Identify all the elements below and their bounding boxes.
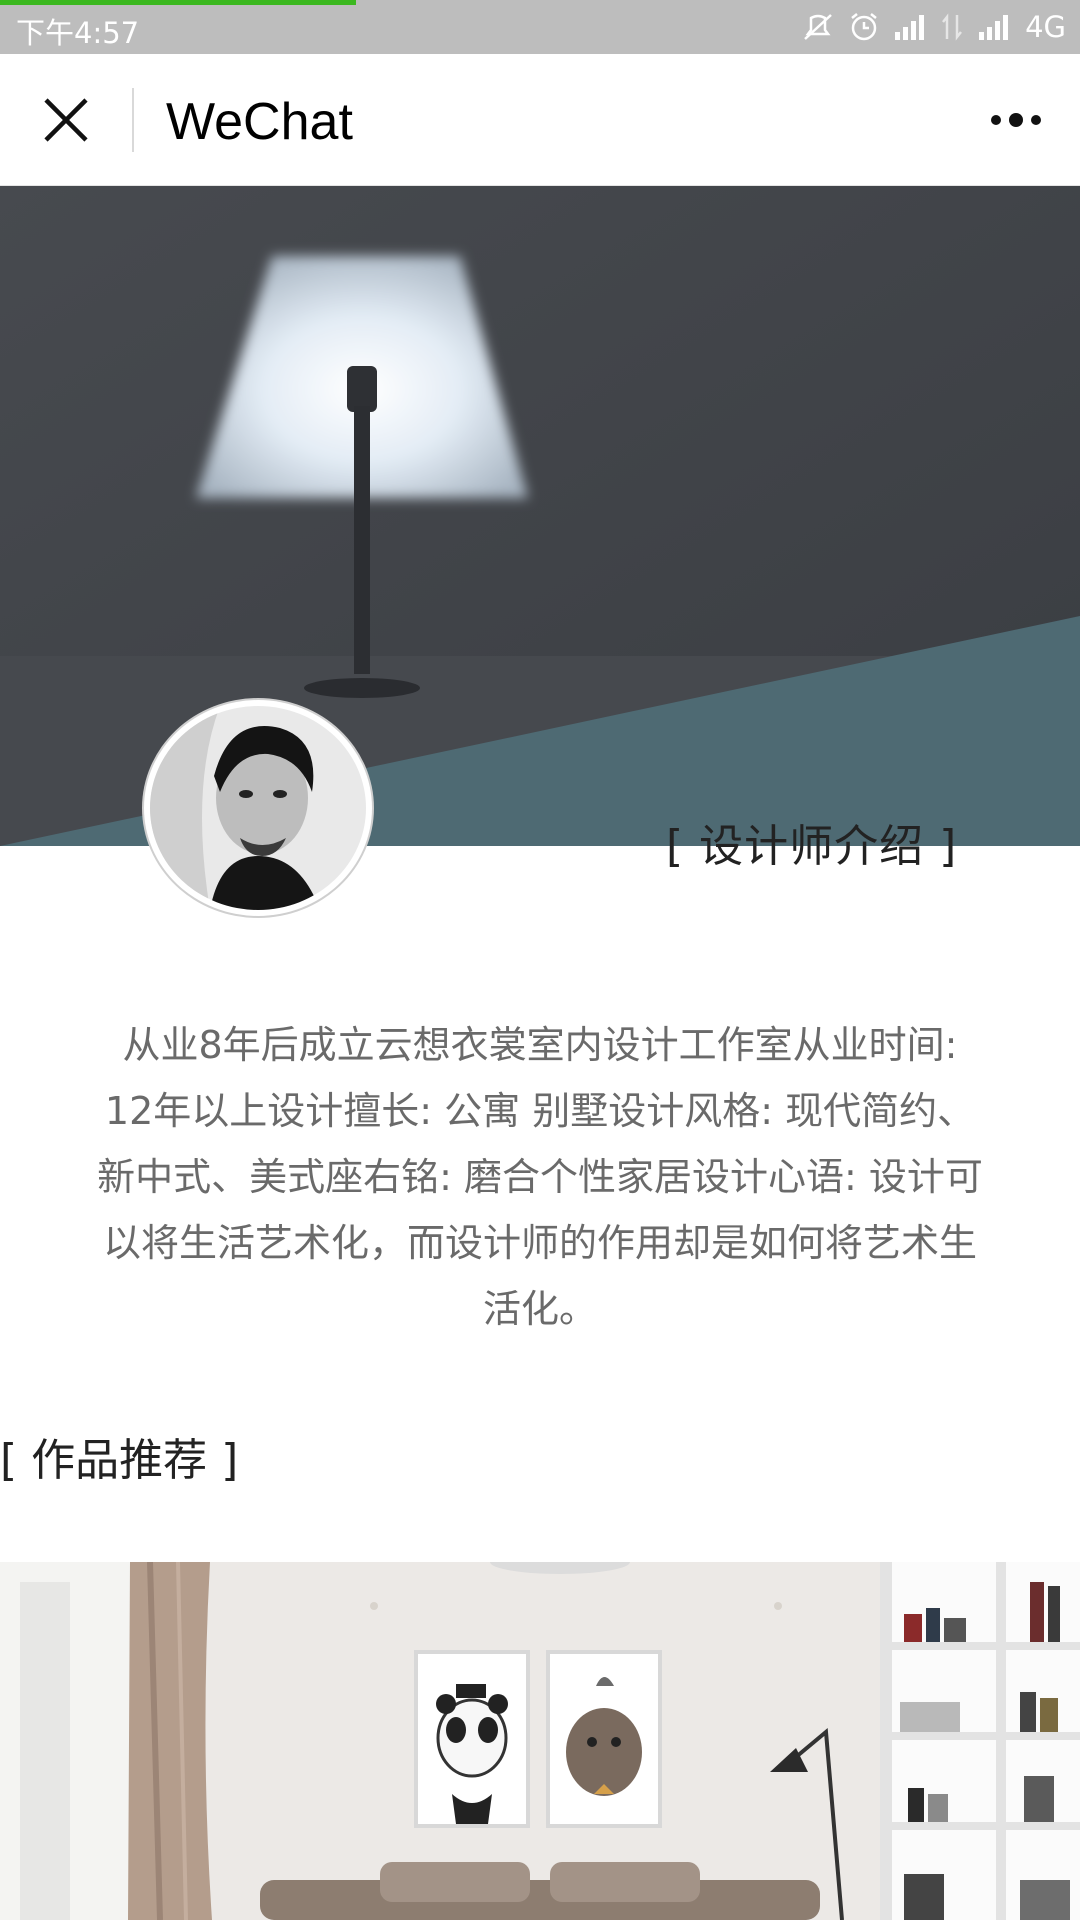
nav-bar: WeChat <box>0 54 1080 186</box>
signal-icon <box>893 14 927 40</box>
page-title: WeChat <box>166 93 353 151</box>
nav-divider <box>132 88 134 152</box>
status-time: 下午4:57 <box>16 16 140 50</box>
more-button[interactable] <box>980 84 1052 156</box>
mute-vibrate-icon <box>801 12 835 42</box>
close-button[interactable] <box>30 84 102 156</box>
featured-work-image[interactable] <box>0 1562 1080 1920</box>
signal-icon <box>977 14 1011 40</box>
page-load-progress <box>0 0 356 5</box>
status-icons: 4G <box>801 10 1066 44</box>
designer-bio: 从业8年后成立云想衣裳室内设计工作室从业时间: 12年以上设计擅长: 公寓 别墅… <box>97 1023 983 1331</box>
alarm-icon <box>849 12 879 42</box>
designer-avatar <box>144 700 372 916</box>
data-arrows-icon <box>941 13 963 41</box>
close-icon <box>44 98 88 142</box>
works-heading: [ 作品推荐 ] <box>0 1435 239 1486</box>
more-icon <box>991 113 1041 127</box>
status-bar: 下午4:57 4G <box>0 0 1080 54</box>
network-type: 4G <box>1025 10 1066 44</box>
designer-intro-heading: [ 设计师介绍 ] <box>666 821 958 872</box>
